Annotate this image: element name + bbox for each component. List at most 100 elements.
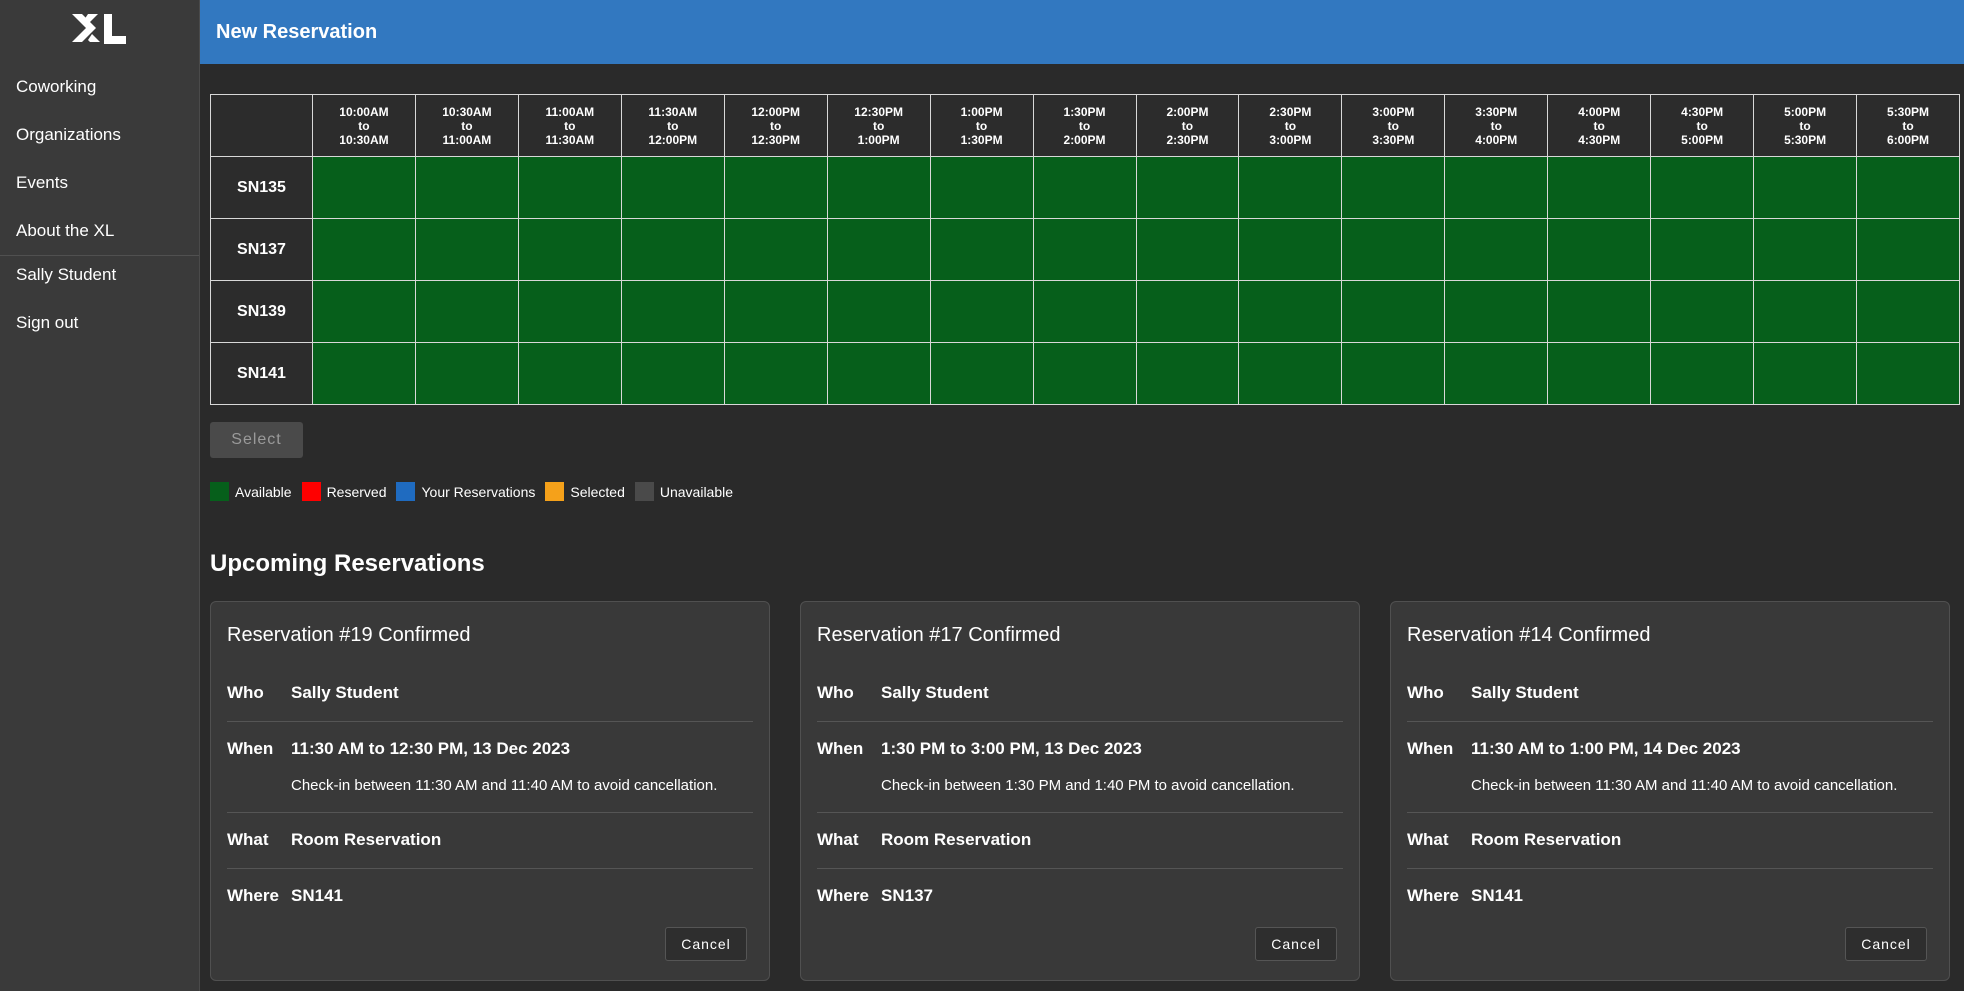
slot-cell-available[interactable] bbox=[414, 218, 519, 281]
slot-cell-available[interactable] bbox=[1444, 342, 1549, 405]
slot-cell-available[interactable] bbox=[1341, 280, 1446, 343]
slot-cell-available[interactable] bbox=[1547, 156, 1652, 219]
slot-cell-available[interactable] bbox=[929, 342, 1034, 405]
slot-cell-available[interactable] bbox=[1650, 280, 1755, 343]
slot-cell-available[interactable] bbox=[1444, 280, 1549, 343]
card-divider bbox=[1407, 868, 1933, 869]
slot-cell-available[interactable] bbox=[1135, 218, 1240, 281]
when-label: When bbox=[817, 739, 864, 758]
slot-cell-available[interactable] bbox=[1341, 156, 1446, 219]
time-slot-header: 10:00AM to 10:30AM bbox=[312, 94, 416, 157]
main-nav: Coworking Organizations Events About the… bbox=[0, 68, 199, 260]
card-divider bbox=[1407, 721, 1933, 722]
slot-cell-available[interactable] bbox=[1032, 156, 1137, 219]
slot-cell-available[interactable] bbox=[1135, 280, 1240, 343]
time-slot-header: 11:00AM to 11:30AM bbox=[517, 94, 622, 157]
time-slot-text: 5:00PM bbox=[1784, 104, 1827, 119]
time-slot-text: 4:30PM bbox=[1681, 104, 1724, 119]
slot-cell-available[interactable] bbox=[826, 342, 931, 405]
nav-about[interactable]: About the XL bbox=[0, 212, 199, 260]
slot-cell-available[interactable] bbox=[517, 156, 622, 219]
slot-cell-available[interactable] bbox=[620, 342, 725, 405]
slot-cell-available[interactable] bbox=[826, 218, 931, 281]
slot-cell-available[interactable] bbox=[1238, 156, 1343, 219]
nav-profile[interactable]: Sally Student bbox=[0, 256, 199, 304]
cancel-reservation-button[interactable]: Cancel bbox=[665, 927, 747, 961]
slot-cell-available[interactable] bbox=[1753, 280, 1858, 343]
slot-cell-available[interactable] bbox=[1856, 156, 1960, 219]
slot-cell-available[interactable] bbox=[312, 342, 416, 405]
nav-organizations[interactable]: Organizations bbox=[0, 116, 199, 164]
slot-cell-available[interactable] bbox=[1547, 342, 1652, 405]
slot-cell-available[interactable] bbox=[1753, 156, 1858, 219]
nav-events[interactable]: Events bbox=[0, 164, 199, 212]
slot-cell-available[interactable] bbox=[1650, 218, 1755, 281]
slot-cell-available[interactable] bbox=[312, 218, 416, 281]
slot-cell-available[interactable] bbox=[1547, 280, 1652, 343]
room-label: SN135 bbox=[210, 156, 313, 219]
slot-cell-available[interactable] bbox=[1650, 156, 1755, 219]
cancel-reservation-button[interactable]: Cancel bbox=[1845, 927, 1927, 961]
slot-cell-available[interactable] bbox=[312, 156, 416, 219]
slot-cell-available[interactable] bbox=[1238, 218, 1343, 281]
upcoming-title: Upcoming Reservations bbox=[210, 550, 485, 577]
time-slot-text: 3:00PM bbox=[1372, 104, 1415, 119]
slot-cell-available[interactable] bbox=[312, 280, 416, 343]
slot-cell-available[interactable] bbox=[1032, 280, 1137, 343]
xl-logo[interactable] bbox=[70, 12, 128, 46]
card-divider bbox=[817, 812, 1343, 813]
nav-coworking[interactable]: Coworking bbox=[0, 68, 199, 116]
slot-cell-available[interactable] bbox=[929, 280, 1034, 343]
slot-cell-available[interactable] bbox=[1341, 218, 1446, 281]
slot-cell-available[interactable] bbox=[929, 156, 1034, 219]
time-slot-text: to bbox=[1593, 118, 1605, 133]
slot-cell-available[interactable] bbox=[1032, 342, 1137, 405]
slot-cell-available[interactable] bbox=[826, 156, 931, 219]
time-slot-header: 5:30PM to 6:00PM bbox=[1856, 94, 1960, 157]
reservation-grid: 10:00AM to 10:30AM 10:30AM to 11:00AM 11:00AM t… bbox=[210, 94, 1960, 405]
slot-cell-available[interactable] bbox=[929, 218, 1034, 281]
legend-label: Your Reservations bbox=[421, 483, 536, 500]
where-label: Where bbox=[1407, 886, 1459, 905]
cancel-reservation-button[interactable]: Cancel bbox=[1255, 927, 1337, 961]
who-label: Who bbox=[227, 683, 264, 702]
slot-cell-available[interactable] bbox=[517, 218, 622, 281]
slot-cell-available[interactable] bbox=[723, 280, 828, 343]
slot-cell-available[interactable] bbox=[1032, 218, 1137, 281]
slot-cell-available[interactable] bbox=[620, 280, 725, 343]
slot-cell-available[interactable] bbox=[1135, 342, 1240, 405]
select-button[interactable]: Select bbox=[210, 422, 303, 458]
slot-cell-available[interactable] bbox=[414, 342, 519, 405]
slot-cell-available[interactable] bbox=[414, 156, 519, 219]
slot-cell-available[interactable] bbox=[517, 342, 622, 405]
slot-cell-available[interactable] bbox=[1650, 342, 1755, 405]
time-slot-text: 5:00PM bbox=[1681, 132, 1724, 147]
slot-cell-available[interactable] bbox=[414, 280, 519, 343]
slot-cell-available[interactable] bbox=[620, 156, 725, 219]
slot-cell-available[interactable] bbox=[1444, 218, 1549, 281]
slot-cell-available[interactable] bbox=[723, 156, 828, 219]
slot-cell-available[interactable] bbox=[1856, 218, 1960, 281]
time-slot-text: to bbox=[1284, 118, 1297, 133]
slot-cell-available[interactable] bbox=[1238, 342, 1343, 405]
slot-cell-available[interactable] bbox=[723, 218, 828, 281]
slot-cell-available[interactable] bbox=[1135, 156, 1240, 219]
slot-cell-available[interactable] bbox=[1856, 342, 1960, 405]
slot-cell-available[interactable] bbox=[517, 280, 622, 343]
slot-cell-available[interactable] bbox=[1238, 280, 1343, 343]
checkin-note: Check-in between 11:30 AM and 11:40 AM t… bbox=[1471, 777, 1898, 794]
time-slot-header: 3:30PM to 4:00PM bbox=[1444, 94, 1549, 157]
slot-cell-available[interactable] bbox=[723, 342, 828, 405]
slot-cell-available[interactable] bbox=[1856, 280, 1960, 343]
slot-cell-available[interactable] bbox=[1753, 218, 1858, 281]
slot-cell-available[interactable] bbox=[1753, 342, 1858, 405]
nav-sign-out[interactable]: Sign out bbox=[0, 304, 199, 352]
slot-cell-available[interactable] bbox=[826, 280, 931, 343]
time-slot-header: 1:00PM to 1:30PM bbox=[929, 94, 1034, 157]
time-slot-text: to bbox=[667, 118, 679, 133]
slot-cell-available[interactable] bbox=[620, 218, 725, 281]
slot-cell-available[interactable] bbox=[1341, 342, 1446, 405]
time-slot-text: 1:30PM bbox=[960, 132, 1003, 147]
slot-cell-available[interactable] bbox=[1547, 218, 1652, 281]
slot-cell-available[interactable] bbox=[1444, 156, 1549, 219]
